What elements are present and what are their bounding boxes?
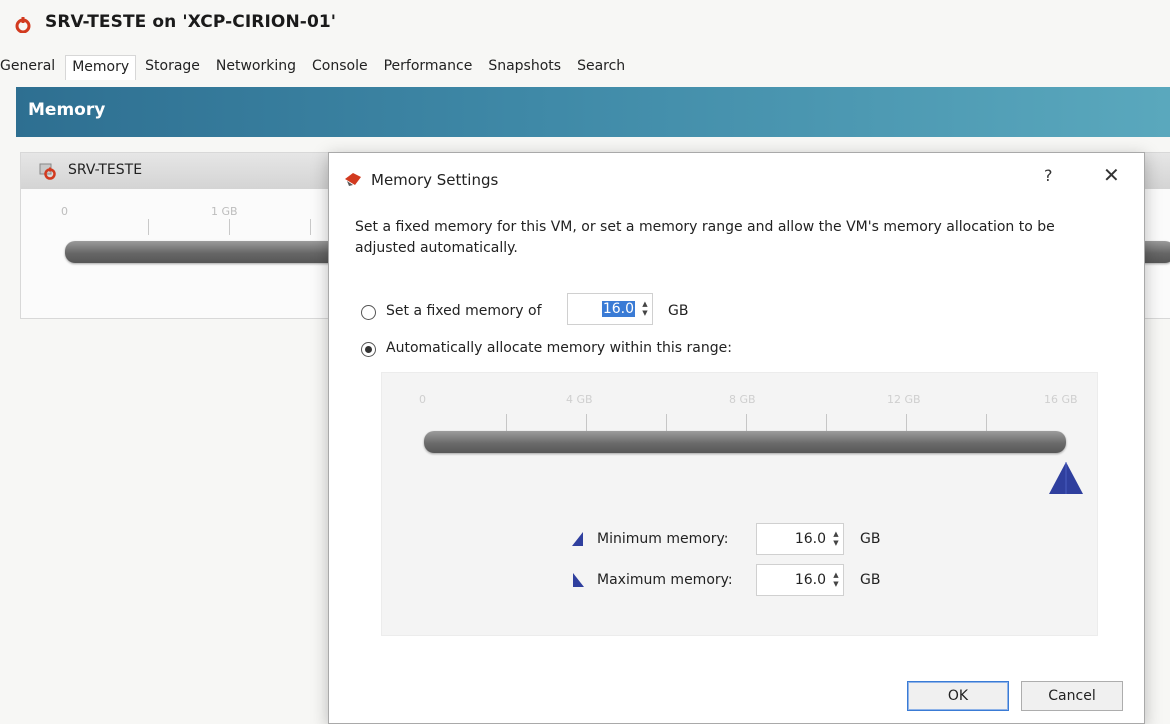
range-slider-handle-icon[interactable]	[1048, 461, 1084, 495]
vm-tick	[310, 219, 311, 235]
tab-snapshots[interactable]: Snapshots	[488, 56, 568, 78]
vm-icon	[39, 163, 56, 180]
range-tick-label: 0	[419, 393, 426, 406]
range-tick	[746, 414, 747, 431]
range-tick	[906, 414, 907, 431]
cancel-button[interactable]: Cancel	[1021, 681, 1123, 711]
range-tick	[986, 414, 987, 431]
memory-settings-dialog: Memory Settings ? ✕ Set a fixed memory f…	[328, 152, 1145, 724]
close-button[interactable]: ✕	[1103, 163, 1120, 187]
stepper-arrows-icon[interactable]: ▲ ▼	[829, 526, 843, 552]
memory-range-bar	[424, 431, 1066, 453]
range-tick	[506, 414, 507, 431]
tab-bar: General Memory Storage Networking Consol…	[0, 52, 641, 82]
help-button[interactable]: ?	[1044, 166, 1053, 185]
tab-performance[interactable]: Performance	[384, 56, 480, 78]
tab-memory[interactable]: Memory	[65, 54, 137, 80]
minimum-memory-label: Minimum memory:	[597, 531, 729, 547]
vm-tick-label: 0	[61, 205, 68, 218]
memory-settings-icon	[345, 173, 361, 186]
maximum-memory-stepper[interactable]: 16.0 ▲ ▼	[756, 564, 844, 596]
fixed-memory-stepper[interactable]: 16.0 ▲ ▼	[567, 293, 653, 325]
range-tick	[826, 414, 827, 431]
auto-memory-radio[interactable]	[361, 342, 376, 357]
minimum-memory-stepper[interactable]: 16.0 ▲ ▼	[756, 523, 844, 555]
vm-tick	[229, 219, 230, 235]
range-tick	[586, 414, 587, 431]
minimum-memory-value[interactable]: 16.0	[757, 531, 829, 547]
section-header: Memory	[16, 87, 1170, 137]
window-title: SRV-TESTE on 'XCP-CIRION-01'	[45, 12, 337, 32]
fixed-memory-radio[interactable]	[361, 305, 376, 320]
range-tick-label: 16 GB	[1044, 393, 1078, 406]
range-tick-label: 4 GB	[566, 393, 593, 406]
memory-range-box: 0 4 GB 8 GB 12 GB 16 GB Minimum memory: …	[381, 372, 1098, 636]
stepper-arrows-icon[interactable]: ▲ ▼	[638, 296, 652, 322]
tab-search[interactable]: Search	[577, 56, 632, 78]
vm-tick	[148, 219, 149, 235]
dialog-description: Set a fixed memory for this VM, or set a…	[355, 219, 1055, 256]
tab-networking[interactable]: Networking	[216, 56, 303, 78]
fixed-memory-unit: GB	[668, 303, 689, 319]
stepper-arrows-icon[interactable]: ▲ ▼	[829, 567, 843, 593]
fixed-memory-value[interactable]: 16.0	[601, 301, 635, 317]
range-tick-label: 12 GB	[887, 393, 921, 406]
minimum-memory-unit: GB	[860, 531, 881, 547]
tab-general[interactable]: General	[0, 56, 62, 78]
vm-stopped-icon	[15, 17, 31, 33]
ok-button[interactable]: OK	[907, 681, 1009, 711]
maximum-memory-marker-icon	[573, 573, 584, 587]
auto-memory-label: Automatically allocate memory within thi…	[386, 340, 732, 356]
vm-name: SRV-TESTE	[68, 162, 143, 178]
fixed-memory-label: Set a fixed memory of	[386, 303, 542, 319]
minimum-memory-marker-icon	[572, 532, 583, 546]
vm-tick-label: 1 GB	[211, 205, 238, 218]
maximum-memory-unit: GB	[860, 572, 881, 588]
tab-storage[interactable]: Storage	[145, 56, 207, 78]
section-title: Memory	[28, 100, 106, 120]
dialog-title: Memory Settings	[371, 171, 499, 189]
range-tick	[666, 414, 667, 431]
window-title-bar: SRV-TESTE on 'XCP-CIRION-01'	[0, 0, 1170, 46]
maximum-memory-value[interactable]: 16.0	[757, 572, 829, 588]
range-tick-label: 8 GB	[729, 393, 756, 406]
tab-console[interactable]: Console	[312, 56, 375, 78]
maximum-memory-label: Maximum memory:	[597, 572, 733, 588]
